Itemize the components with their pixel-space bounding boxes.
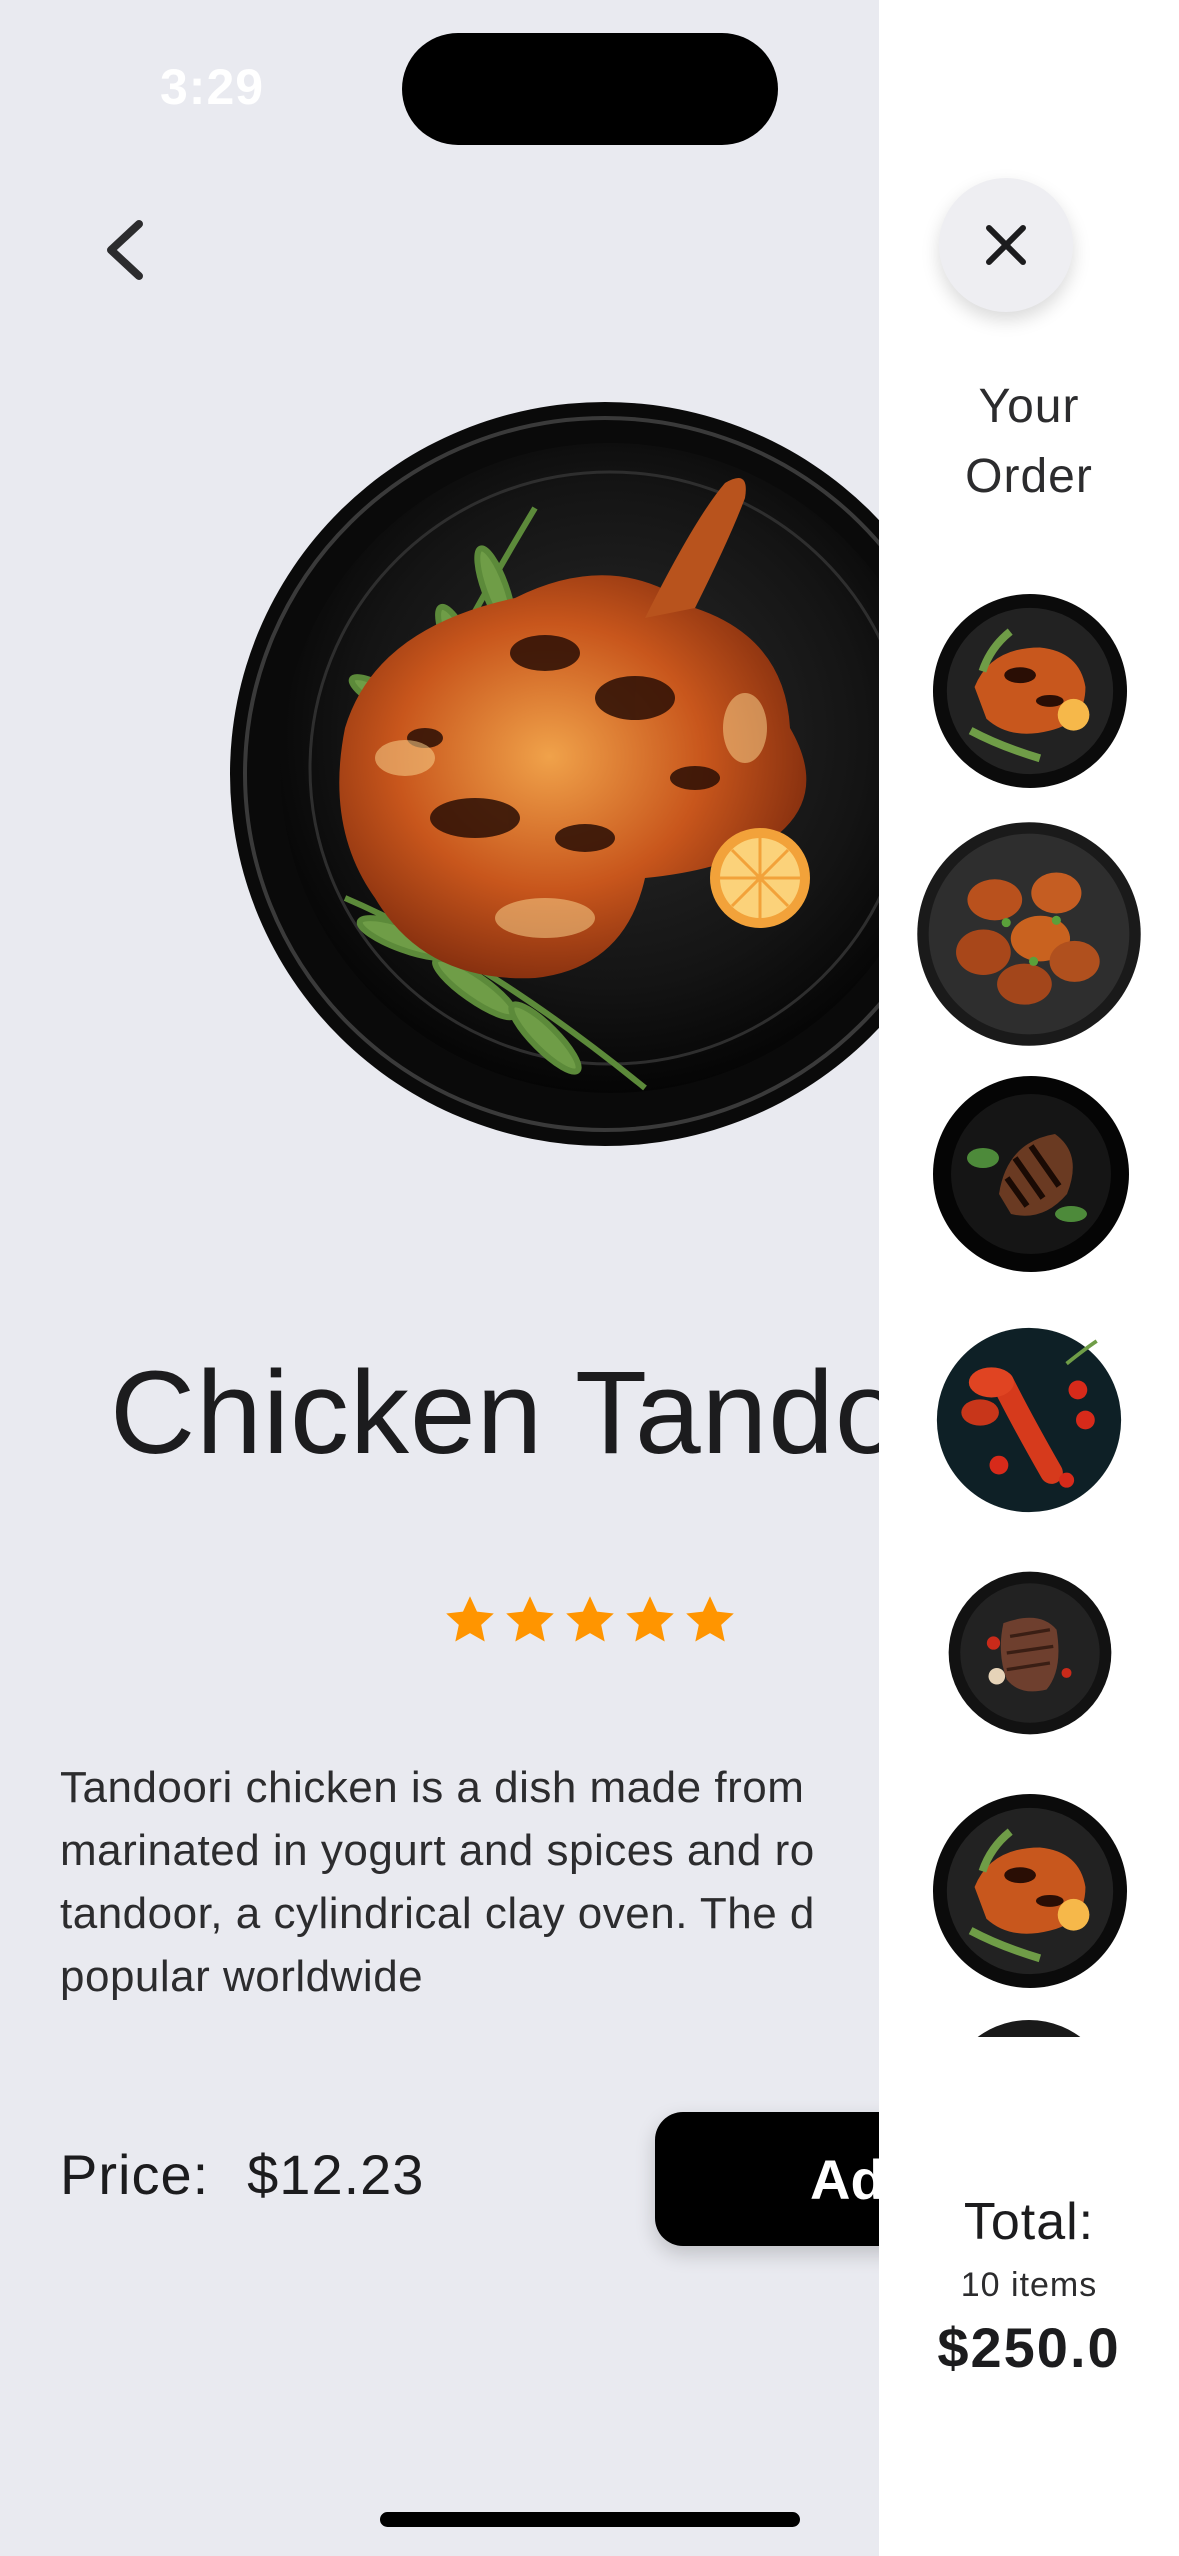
order-item-chicken-wings[interactable] (915, 820, 1143, 1048)
price-value: $12.23 (247, 2143, 425, 2206)
home-indicator[interactable] (380, 2512, 800, 2527)
add-button-label: Ad (810, 2147, 885, 2211)
order-item-lobster[interactable] (935, 1326, 1123, 1514)
dish-image (225, 398, 985, 1150)
chevron-left-icon (107, 220, 143, 280)
order-item-partial[interactable] (943, 2020, 1115, 2037)
order-item-grilled-chicken[interactable] (931, 1074, 1131, 1274)
total-label: Total: (963, 2193, 1095, 2251)
price-row: Price: $12.23 (60, 2142, 424, 2207)
dynamic-island (402, 33, 778, 145)
order-title: Your Order (879, 372, 1179, 512)
order-item-steak[interactable] (947, 1570, 1113, 1736)
star-icon (506, 1596, 554, 1642)
order-total: Total: 10 items $250.0 (879, 2192, 1179, 2380)
order-item-chicken-tandoori[interactable] (931, 592, 1129, 790)
status-time: 3:29 (160, 59, 265, 115)
close-button[interactable] (939, 178, 1073, 312)
order-side-panel: Your Order Total: 10 items $250.0 (879, 0, 1179, 2556)
close-icon (986, 225, 1026, 265)
order-title-line: Order (965, 450, 1093, 503)
price-label: Price: (60, 2143, 210, 2206)
order-items-list[interactable] (879, 580, 1179, 2037)
star-icon (566, 1596, 614, 1642)
order-item-chicken-tandoori[interactable] (931, 1792, 1129, 1990)
star-icon (626, 1596, 674, 1642)
star-rating (442, 1592, 738, 1648)
total-amount: $250.0 (937, 2316, 1121, 2379)
back-button[interactable] (80, 205, 170, 295)
order-title-line: Your (978, 380, 1080, 433)
star-icon (686, 1596, 734, 1642)
star-icon (446, 1596, 494, 1642)
total-item-count: 10 items (960, 2266, 1098, 2304)
